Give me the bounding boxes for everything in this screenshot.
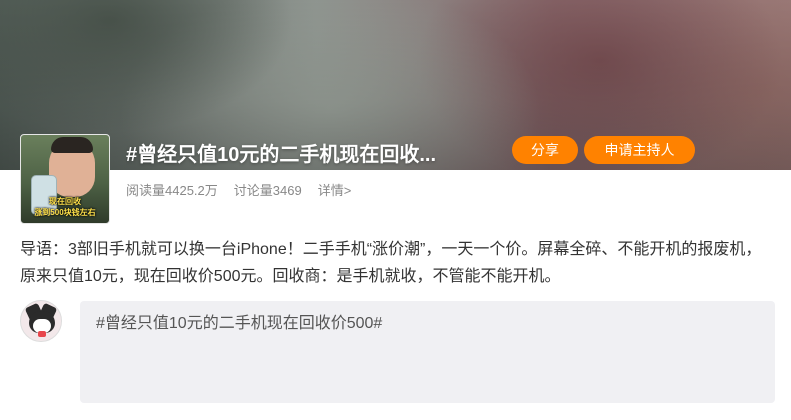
share-button[interactable]: 分享 [512, 136, 578, 164]
topic-thumbnail: 现在回收 涨到500块钱左右 [20, 134, 110, 224]
read-count: 阅读量4425.2万 [126, 183, 218, 198]
discussion-count: 讨论量3469 [233, 183, 302, 198]
user-avatar[interactable] [20, 300, 62, 342]
thumbnail-caption-1: 现在回收 [49, 197, 81, 206]
details-link[interactable]: 详情> [318, 180, 352, 199]
avatar-bow [38, 331, 46, 337]
thumbnail-caption-2: 涨到500块钱左右 [34, 208, 96, 217]
apply-host-button[interactable]: 申请主持人 [584, 136, 695, 164]
topic-title: #曾经只值10元的二手机现在回收... [126, 144, 437, 166]
post-composer-input[interactable]: #曾经只值10元的二手机现在回收价500# [80, 301, 775, 403]
topic-intro: 导语：3部旧手机就可以换一台iPhone！二手手机“涨价潮”，一天一个价。屏幕全… [20, 241, 762, 285]
thumbnail-hair [51, 137, 93, 153]
topic-stats: 阅读量4425.2万 讨论量3469 详情> [126, 180, 351, 199]
